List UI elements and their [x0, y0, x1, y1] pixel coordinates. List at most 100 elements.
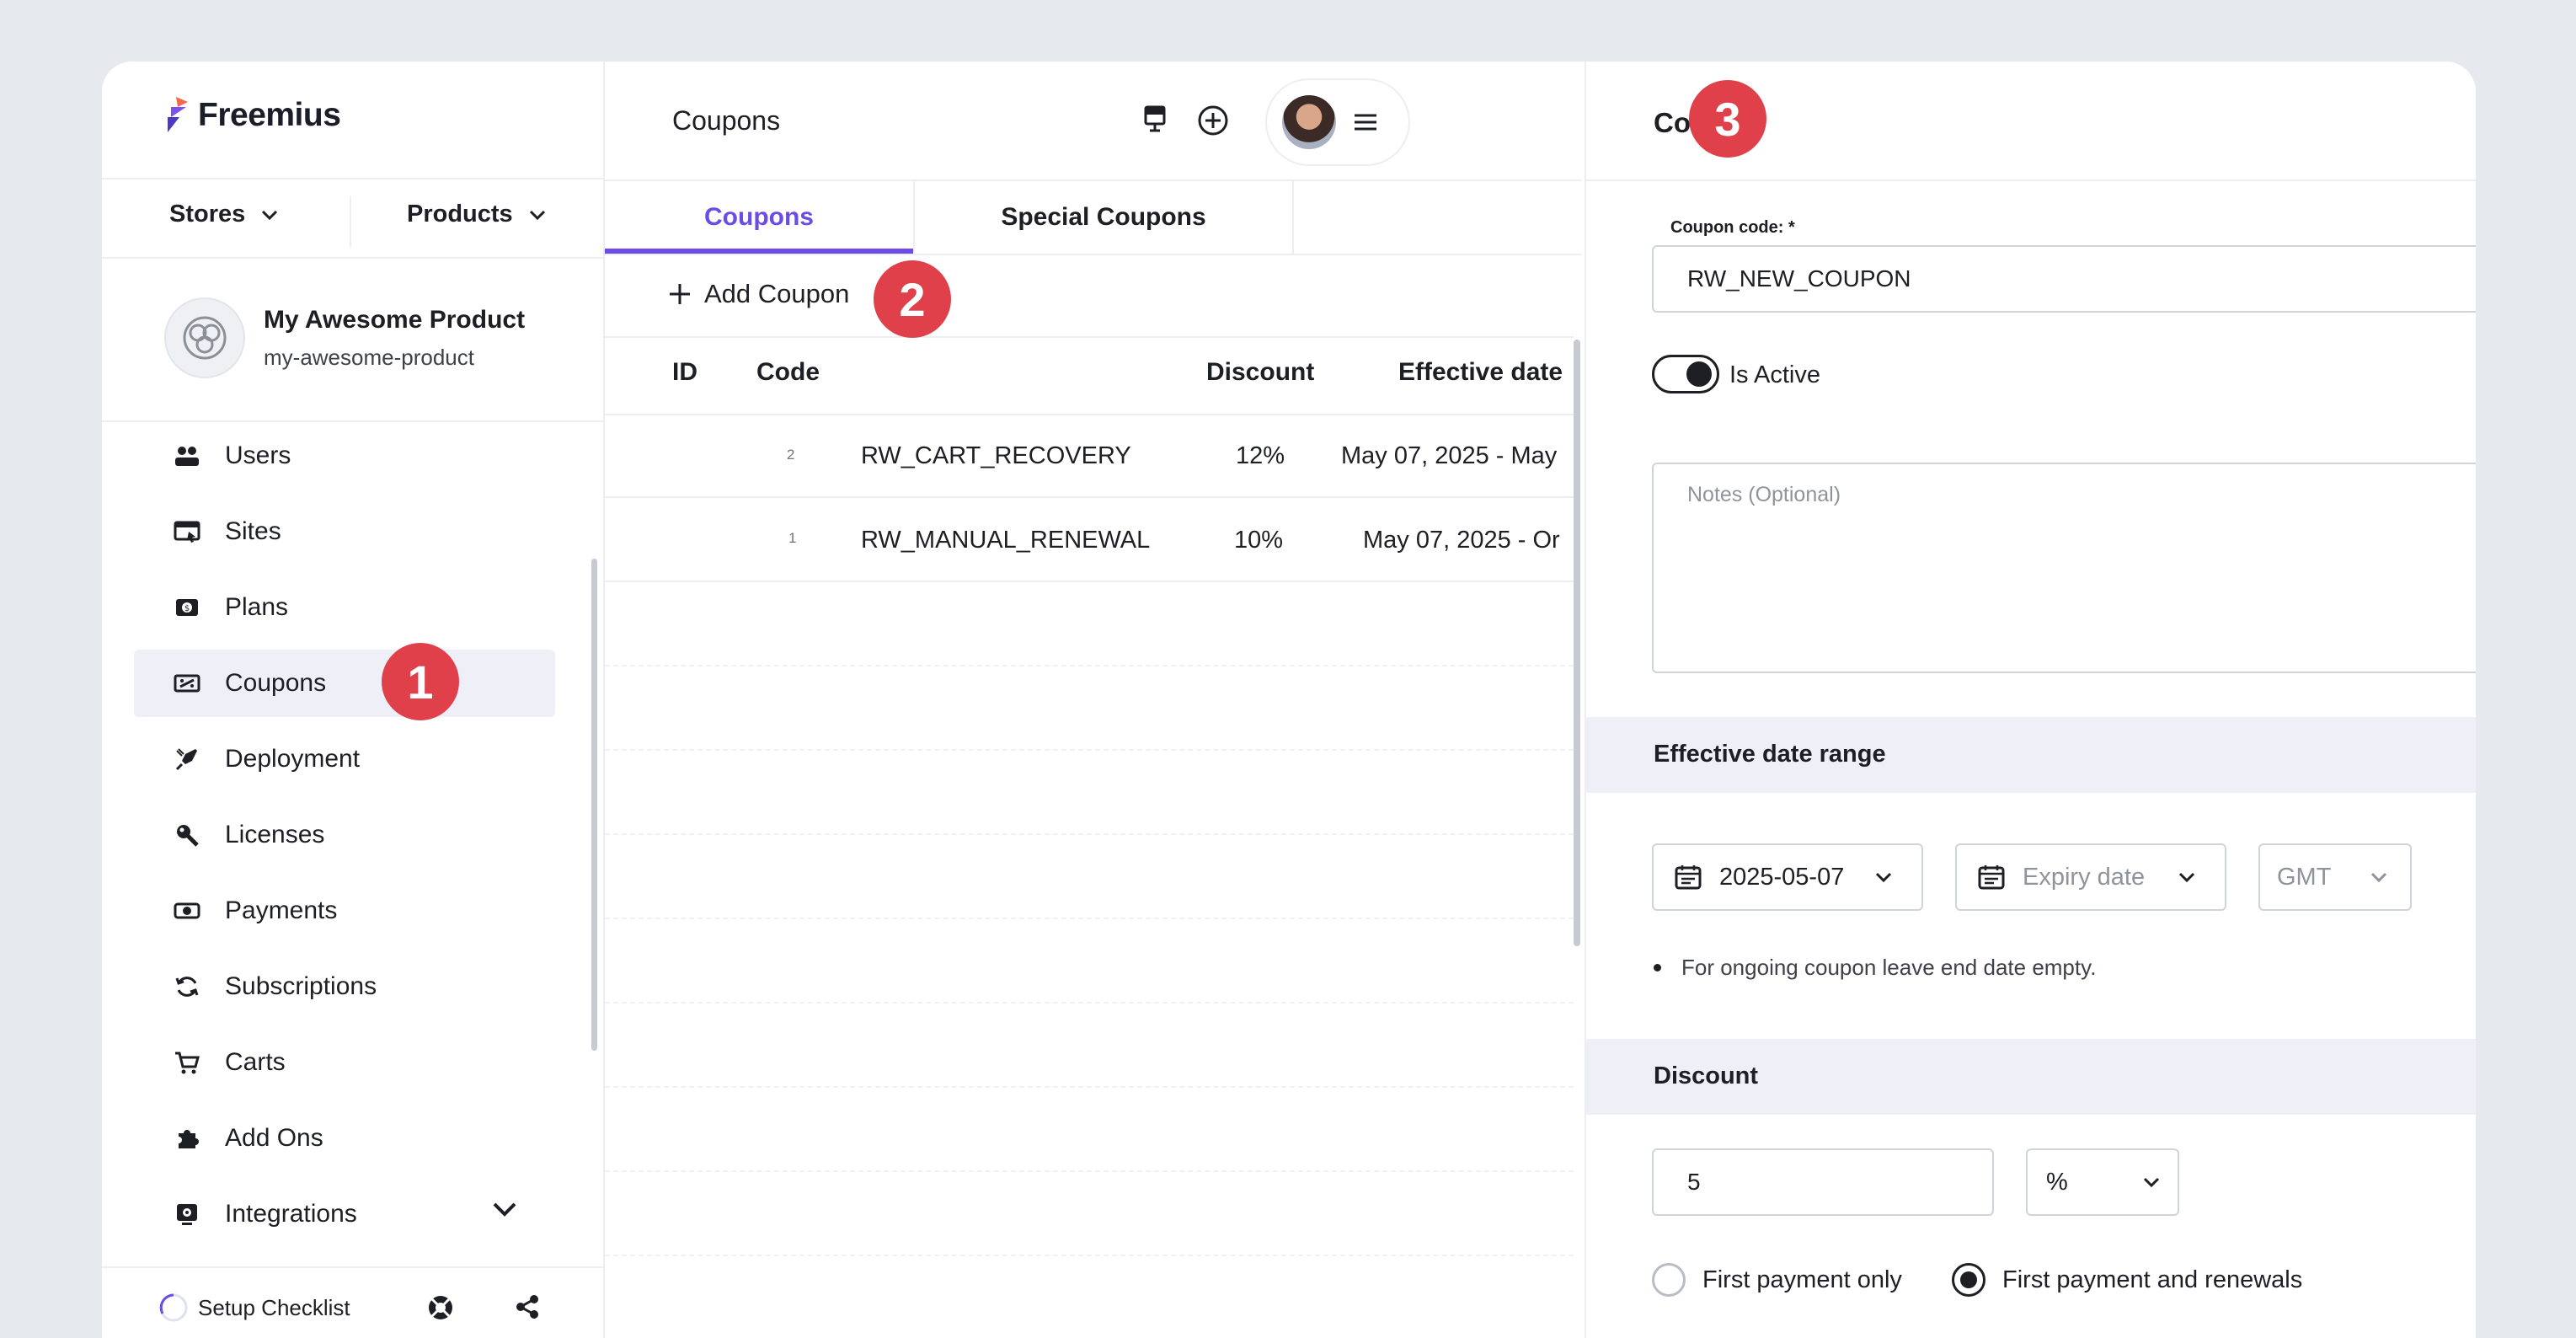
cart-icon: [173, 1048, 201, 1077]
column-header-effective-date[interactable]: Effective date: [1398, 358, 1563, 387]
radio-first-payment-and-renewals[interactable]: First payment and renewals: [1952, 1263, 2302, 1297]
coupon-code-label: Coupon code: *: [1670, 218, 1795, 237]
divider: [605, 336, 1574, 338]
coupons-list-pane: Coupons Coupons Special Coupons Add Coup…: [605, 62, 1582, 1338]
table-scrollbar[interactable]: [1574, 340, 1580, 946]
expiry-date-picker[interactable]: Expiry date: [1955, 843, 2226, 911]
section-title: Discount: [1654, 1062, 1759, 1089]
chevron-down-icon[interactable]: [491, 1201, 518, 1218]
callout-badge: 1: [382, 643, 459, 720]
sidebar-footer: Setup Checklist: [102, 1266, 605, 1338]
sidebar-scrollbar[interactable]: [591, 559, 597, 1051]
notes-placeholder: Notes (Optional): [1687, 483, 1841, 506]
is-active-label: Is Active: [1729, 361, 1820, 388]
sidebar-item-sites[interactable]: Sites: [134, 498, 555, 565]
row-code: RW_MANUAL_RENEWAL: [861, 527, 1151, 554]
divider: [605, 833, 1574, 835]
discount-type-select[interactable]: %: [2026, 1148, 2179, 1216]
sidebar-item-label: Coupons: [225, 669, 327, 697]
start-date-value: 2025-05-07: [1719, 863, 1845, 891]
sidebar-item-label: Deployment: [225, 745, 361, 773]
divider: [605, 414, 1574, 415]
support-icon[interactable]: [426, 1293, 455, 1322]
setup-checklist-link[interactable]: Setup Checklist: [158, 1292, 350, 1324]
row-effective-date: May 07, 2025 - May: [1341, 442, 1558, 469]
deployment-icon: [173, 745, 201, 773]
presentation-icon[interactable]: [1141, 104, 1169, 134]
coupons-icon: [173, 669, 201, 698]
chevron-down-icon: [2178, 872, 2195, 883]
key-icon: [173, 821, 201, 849]
divider: [1292, 179, 1294, 254]
section-title: Effective date range: [1654, 741, 1886, 768]
sidebar-item-deployment[interactable]: Deployment: [134, 725, 555, 793]
user-menu[interactable]: [1265, 78, 1410, 166]
setup-checklist-label: Setup Checklist: [198, 1294, 350, 1320]
tab-special-coupons[interactable]: Special Coupons: [915, 203, 1292, 232]
sidebar-item-integrations[interactable]: Integrations: [134, 1180, 555, 1248]
column-header-code[interactable]: Code: [756, 358, 820, 387]
sidebar-item-carts[interactable]: Carts: [134, 1029, 555, 1096]
add-coupon-button[interactable]: Add Coupon: [667, 279, 849, 309]
product-logo-icon: [183, 316, 227, 360]
timezone-select[interactable]: GMT: [2258, 843, 2412, 911]
chevron-down-icon: [2370, 872, 2387, 883]
add-circle-icon[interactable]: [1196, 104, 1230, 137]
radio-label: First payment only: [1702, 1266, 1902, 1293]
date-hint: For ongoing coupon leave end date empty.: [1654, 955, 2096, 981]
users-icon: [173, 442, 201, 470]
radio-label: First payment and renewals: [2002, 1266, 2303, 1293]
radio-first-payment-only[interactable]: First payment only: [1652, 1263, 1902, 1297]
notes-textarea[interactable]: Notes (Optional): [1652, 463, 2476, 673]
divider: [605, 581, 1574, 582]
is-active-toggle[interactable]: [1652, 355, 1719, 393]
row-id: 1: [788, 530, 797, 546]
stores-selector[interactable]: Stores: [169, 201, 279, 228]
sidebar-item-label: Users: [225, 442, 291, 469]
sidebar-item-label: Licenses: [225, 821, 325, 848]
row-code: RW_CART_RECOVERY: [861, 442, 1131, 469]
divider: [605, 254, 1582, 255]
product-card[interactable]: My Awesome Product my-awesome-product: [164, 297, 525, 378]
products-selector[interactable]: Products: [407, 201, 547, 228]
radio-button: [1652, 1263, 1686, 1297]
sidebar-item-coupons[interactable]: Coupons: [134, 650, 555, 717]
callout-badge: 3: [1689, 80, 1766, 158]
discount-type-value: %: [2046, 1168, 2068, 1196]
product-avatar: [164, 297, 245, 378]
discount-amount-input[interactable]: 5: [1652, 1148, 1994, 1216]
sidebar-item-payments[interactable]: Payments: [134, 877, 555, 945]
sidebar-item-subscriptions[interactable]: Subscriptions: [134, 953, 555, 1020]
sidebar-item-label: Plans: [225, 593, 289, 621]
page-title: Coupons: [672, 105, 781, 136]
column-header-discount[interactable]: Discount: [1206, 358, 1314, 387]
chevron-down-icon: [262, 210, 278, 220]
addons-icon: [173, 1124, 201, 1153]
column-header-id[interactable]: ID: [672, 358, 697, 387]
freemius-logo[interactable]: Freemius: [164, 97, 341, 134]
coupon-code-value: RW_NEW_COUPON: [1687, 265, 1911, 292]
tab-coupons[interactable]: Coupons: [605, 203, 913, 232]
share-icon[interactable]: [514, 1293, 541, 1320]
plans-icon: $: [173, 593, 201, 622]
sidebar-item-users[interactable]: Users: [134, 422, 555, 490]
chevron-down-icon: [2143, 1177, 2160, 1188]
integrations-icon: [173, 1200, 201, 1228]
sidebar-item-plans[interactable]: $ Plans: [134, 574, 555, 641]
active-tab-indicator: [605, 249, 913, 254]
coupon-code-input[interactable]: RW_NEW_COUPON: [1652, 245, 2476, 313]
divider: [605, 665, 1574, 666]
calendar-icon: [1675, 865, 1702, 890]
sidebar-item-add-ons[interactable]: Add Ons: [134, 1105, 555, 1172]
sidebar-item-label: Payments: [225, 896, 338, 924]
add-coupon-label: Add Coupon: [704, 279, 850, 308]
progress-ring-icon: [159, 1293, 188, 1322]
row-discount: 10%: [1234, 527, 1284, 554]
chevron-down-icon: [1875, 872, 1892, 883]
sidebar-item-licenses[interactable]: Licenses: [134, 801, 555, 869]
start-date-picker[interactable]: 2025-05-07: [1652, 843, 1923, 911]
sidebar-nav: Users Sites $ Plans Coupons Deployment L…: [134, 422, 555, 1256]
bullet: [1654, 964, 1661, 971]
products-label: Products: [407, 201, 513, 227]
divider: [350, 196, 351, 247]
